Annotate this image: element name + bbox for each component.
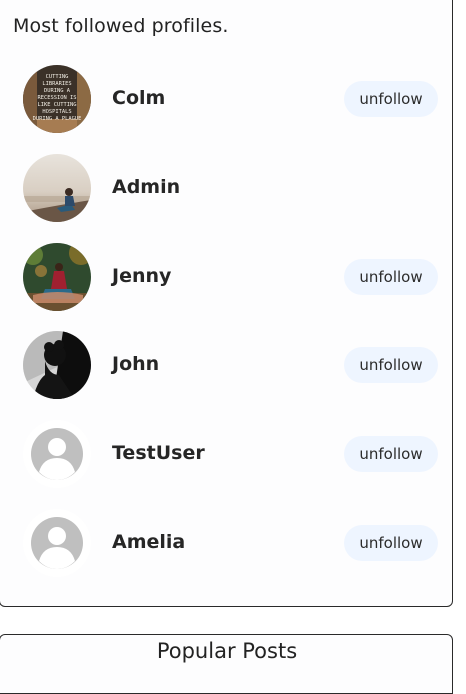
unfollow-button-testuser[interactable]: unfollow bbox=[344, 436, 438, 472]
card-title: Most followed profiles. bbox=[13, 15, 229, 37]
book-quote-poster-icon: CUTTING LIBRARIES DURING A RECESSION IS … bbox=[23, 65, 91, 133]
avatar[interactable] bbox=[23, 420, 91, 488]
profile-row-amelia: Amelia unfollow bbox=[0, 509, 454, 581]
avatar[interactable] bbox=[23, 331, 91, 399]
unfollow-button-john[interactable]: unfollow bbox=[344, 347, 438, 383]
default-user-icon bbox=[31, 428, 83, 480]
avatar[interactable]: CUTTING LIBRARIES DURING A RECESSION IS … bbox=[23, 65, 91, 133]
profile-row-jenny: Jenny unfollow bbox=[0, 243, 454, 315]
avatar[interactable] bbox=[23, 243, 91, 311]
profile-row-admin: Admin bbox=[0, 154, 454, 226]
unfollow-button-amelia[interactable]: unfollow bbox=[344, 525, 438, 561]
svg-text:CUTTING: CUTTING bbox=[46, 74, 69, 80]
svg-text:DURING A PLAGUE: DURING A PLAGUE bbox=[33, 116, 82, 122]
profile-name[interactable]: Jenny bbox=[112, 265, 171, 287]
svg-text:HOSPITALS: HOSPITALS bbox=[42, 109, 71, 115]
default-user-icon bbox=[31, 517, 83, 569]
profile-name[interactable]: TestUser bbox=[112, 442, 205, 464]
profile-name[interactable]: John bbox=[112, 353, 159, 375]
profile-row-john: John unfollow bbox=[0, 331, 454, 403]
svg-text:LIKE CUTTING: LIKE CUTTING bbox=[38, 102, 77, 108]
popular-posts-card: Popular Posts bbox=[0, 634, 453, 694]
popular-posts-title: Popular Posts bbox=[156, 639, 298, 663]
unfollow-button-jenny[interactable]: unfollow bbox=[344, 259, 438, 295]
svg-text:DURING A: DURING A bbox=[44, 88, 71, 94]
profile-row-colm: CUTTING LIBRARIES DURING A RECESSION IS … bbox=[0, 65, 454, 137]
man-silhouette-photo-icon bbox=[23, 331, 91, 399]
profile-name[interactable]: Admin bbox=[112, 176, 180, 198]
woman-in-forest-photo-icon bbox=[23, 243, 91, 311]
person-on-cliff-city-photo-icon bbox=[23, 154, 91, 222]
avatar[interactable] bbox=[23, 154, 91, 222]
unfollow-button-colm[interactable]: unfollow bbox=[344, 81, 438, 117]
svg-text:LIBRARIES: LIBRARIES bbox=[42, 81, 71, 87]
avatar[interactable] bbox=[23, 509, 91, 577]
profile-name[interactable]: Amelia bbox=[112, 531, 185, 553]
most-followed-card: Most followed profiles. CUTTING LIBRARIE… bbox=[0, 0, 453, 607]
profile-name[interactable]: Colm bbox=[112, 87, 165, 109]
profile-row-testuser: TestUser unfollow bbox=[0, 420, 454, 492]
svg-text:RECESSION IS: RECESSION IS bbox=[38, 95, 77, 101]
